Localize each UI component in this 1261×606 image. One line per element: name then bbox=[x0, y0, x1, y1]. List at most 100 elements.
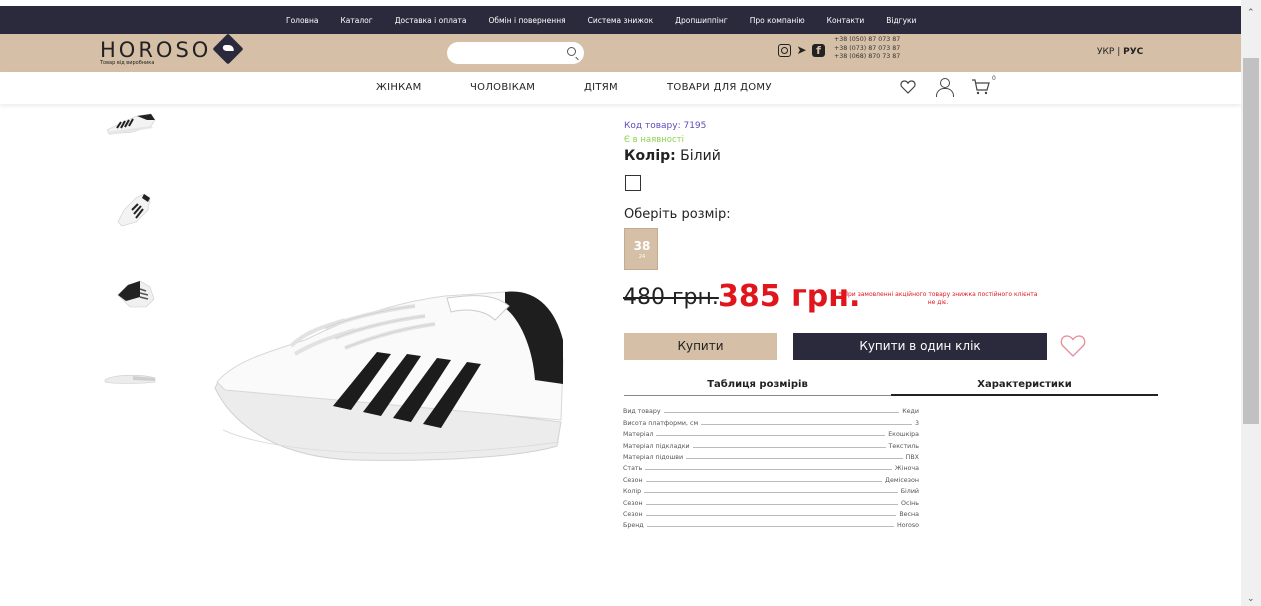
nav-men[interactable]: ЧОЛОВІКАМ bbox=[470, 82, 535, 93]
spec-value: Кеди bbox=[902, 408, 919, 416]
spec-row: Висота платформи, см 3 bbox=[623, 415, 919, 427]
spec-row: Матеріал підошви ПВХ bbox=[623, 450, 919, 461]
top-links: Головна Каталог Доставка і оплата Обмін … bbox=[286, 6, 938, 34]
top-link-dropshipping[interactable]: Дропшиппінг bbox=[675, 16, 728, 25]
top-link-delivery[interactable]: Доставка і оплата bbox=[395, 16, 467, 25]
scrollbar-thumb[interactable] bbox=[1243, 58, 1259, 424]
category-nav: ЖІНКАМ ЧОЛОВІКАМ ДІТЯМ ТОВАРИ ДЛЯ ДОМУ 0 bbox=[0, 72, 1241, 104]
language-switcher: УКР | РУС bbox=[1097, 47, 1143, 57]
spec-row: Вид товару Кеди bbox=[623, 404, 919, 415]
phone-2[interactable]: +38 (073) 87 073 87 bbox=[834, 45, 900, 54]
logo[interactable]: HOROSO Товар від виробника bbox=[100, 33, 244, 66]
spec-row: Сезон Весна bbox=[623, 507, 919, 518]
spec-key: Висота платформи, см bbox=[623, 419, 699, 427]
discount-note: * При замовленні акційного товару знижка… bbox=[838, 291, 1038, 306]
spec-value: Білий bbox=[900, 488, 919, 496]
scroll-up-icon[interactable]: ⌃ bbox=[1247, 8, 1255, 18]
top-link-catalog[interactable]: Каталог bbox=[340, 16, 372, 25]
top-link-contacts[interactable]: Контакти bbox=[827, 16, 865, 25]
thumbnail-1[interactable] bbox=[103, 108, 157, 148]
buy-button[interactable]: Купити bbox=[624, 333, 777, 360]
lang-separator: | bbox=[1117, 47, 1121, 57]
cart-icon[interactable]: 0 bbox=[972, 75, 996, 95]
nav-icons: 0 bbox=[900, 75, 996, 97]
wishlist-icon[interactable] bbox=[900, 79, 916, 95]
social-links: ➤ f bbox=[778, 44, 825, 57]
phone-1[interactable]: +38 (050) 87 073 87 bbox=[834, 36, 900, 45]
color-row: Колір: Білий bbox=[624, 148, 721, 164]
thumbnail-3[interactable] bbox=[110, 275, 164, 315]
size-title: Оберіть розмір: bbox=[624, 207, 731, 222]
instagram-icon[interactable] bbox=[778, 44, 791, 57]
spec-value: Демісезон bbox=[885, 476, 919, 484]
spec-key: Бренд bbox=[623, 522, 644, 530]
logo-mark-icon bbox=[211, 33, 244, 65]
spec-value: Осінь bbox=[901, 499, 919, 507]
lang-ukr[interactable]: УКР bbox=[1097, 47, 1114, 57]
spec-row: Сезон Осінь bbox=[623, 495, 919, 507]
spec-row: Колір Білий bbox=[623, 484, 919, 495]
phone-list: +38 (050) 87 073 87 +38 (073) 87 073 87 … bbox=[834, 36, 900, 62]
spec-value: 3 bbox=[914, 419, 919, 427]
stock-status: Є в наявності bbox=[624, 135, 684, 145]
color-value: Білий bbox=[675, 148, 721, 164]
top-link-reviews[interactable]: Відгуки bbox=[886, 16, 916, 25]
main-product-image bbox=[214, 291, 564, 461]
nav-kids[interactable]: ДІТЯМ bbox=[584, 82, 618, 93]
color-swatch-white[interactable] bbox=[625, 175, 641, 191]
lang-rus[interactable]: РУС bbox=[1123, 47, 1143, 57]
spec-value: Весна bbox=[899, 510, 919, 518]
top-link-discounts[interactable]: Система знижок bbox=[588, 16, 654, 25]
spec-key: Сезон bbox=[623, 510, 643, 518]
color-label: Колір: bbox=[624, 148, 676, 164]
add-to-wishlist-heart-icon[interactable] bbox=[1060, 334, 1086, 358]
header: HOROSO Товар від виробника ➤ f +38 (050)… bbox=[0, 33, 1241, 72]
top-link-about[interactable]: Про компанію bbox=[750, 16, 805, 25]
tab-characteristics[interactable]: Характеристики bbox=[891, 376, 1158, 396]
page-scrollbar[interactable]: ⌃ ⌄ bbox=[1241, 0, 1261, 606]
spec-row: Стать Жіноча bbox=[623, 461, 919, 472]
account-icon[interactable] bbox=[936, 78, 954, 97]
spec-row: Матеріал підкладки Текстиль bbox=[623, 438, 919, 450]
tab-size-table[interactable]: Таблиця розмірів bbox=[624, 376, 891, 396]
spec-key: Стать bbox=[623, 465, 643, 473]
spec-row: Сезон Демісезон bbox=[623, 472, 919, 484]
spec-key: Матеріал підошви bbox=[623, 453, 684, 461]
nav-home-goods[interactable]: ТОВАРИ ДЛЯ ДОМУ bbox=[667, 82, 772, 93]
spec-key: Сезон bbox=[623, 499, 643, 507]
spec-key: Матеріал підкладки bbox=[623, 442, 690, 450]
search-input[interactable] bbox=[447, 42, 584, 64]
nav-women[interactable]: ЖІНКАМ bbox=[376, 82, 422, 93]
facebook-icon[interactable]: f bbox=[812, 44, 825, 57]
top-link-home[interactable]: Головна bbox=[286, 16, 318, 25]
thumbnail-4[interactable] bbox=[103, 362, 157, 402]
spec-key: Матеріал bbox=[623, 431, 654, 439]
cart-count: 0 bbox=[992, 75, 996, 82]
product-code: Код товару: 7195 bbox=[624, 121, 707, 131]
spec-value: Текстиль bbox=[888, 442, 919, 450]
spec-key: Вид товару bbox=[623, 408, 661, 416]
spec-value: Екошкіра bbox=[888, 431, 919, 439]
buy-one-click-button[interactable]: Купити в один клік bbox=[793, 333, 1047, 360]
scroll-down-icon[interactable]: ⌄ bbox=[1247, 594, 1255, 604]
spec-key: Сезон bbox=[623, 476, 643, 484]
top-link-returns[interactable]: Обмін і повернення bbox=[488, 16, 565, 25]
spec-value: Жіноча bbox=[894, 465, 919, 473]
spec-key: Колір bbox=[623, 488, 642, 496]
search-icon[interactable] bbox=[567, 47, 576, 56]
old-price: 480 грн. bbox=[623, 285, 719, 310]
size-number: 38 bbox=[633, 239, 651, 253]
size-option-38[interactable]: 38 24 bbox=[624, 228, 658, 270]
spec-row: Бренд Horoso bbox=[623, 518, 919, 529]
product-tabs: Таблиця розмірів Характеристики bbox=[624, 376, 1158, 396]
spec-row: Матеріал Екошкіра bbox=[623, 427, 919, 438]
telegram-icon[interactable]: ➤ bbox=[795, 44, 808, 57]
spec-value: Horoso bbox=[896, 522, 919, 530]
spec-value: ПВХ bbox=[905, 453, 919, 461]
phone-3[interactable]: +38 (068) 870 73 87 bbox=[834, 53, 900, 62]
logo-text: HOROSO bbox=[100, 38, 212, 62]
size-insole-length: 24 bbox=[638, 254, 646, 260]
top-bar: Головна Каталог Доставка і оплата Обмін … bbox=[0, 6, 1241, 34]
thumbnail-2[interactable] bbox=[108, 188, 162, 228]
characteristics-list: Вид товару Кеди Висота платформи, см 3 Мат… bbox=[623, 404, 919, 529]
